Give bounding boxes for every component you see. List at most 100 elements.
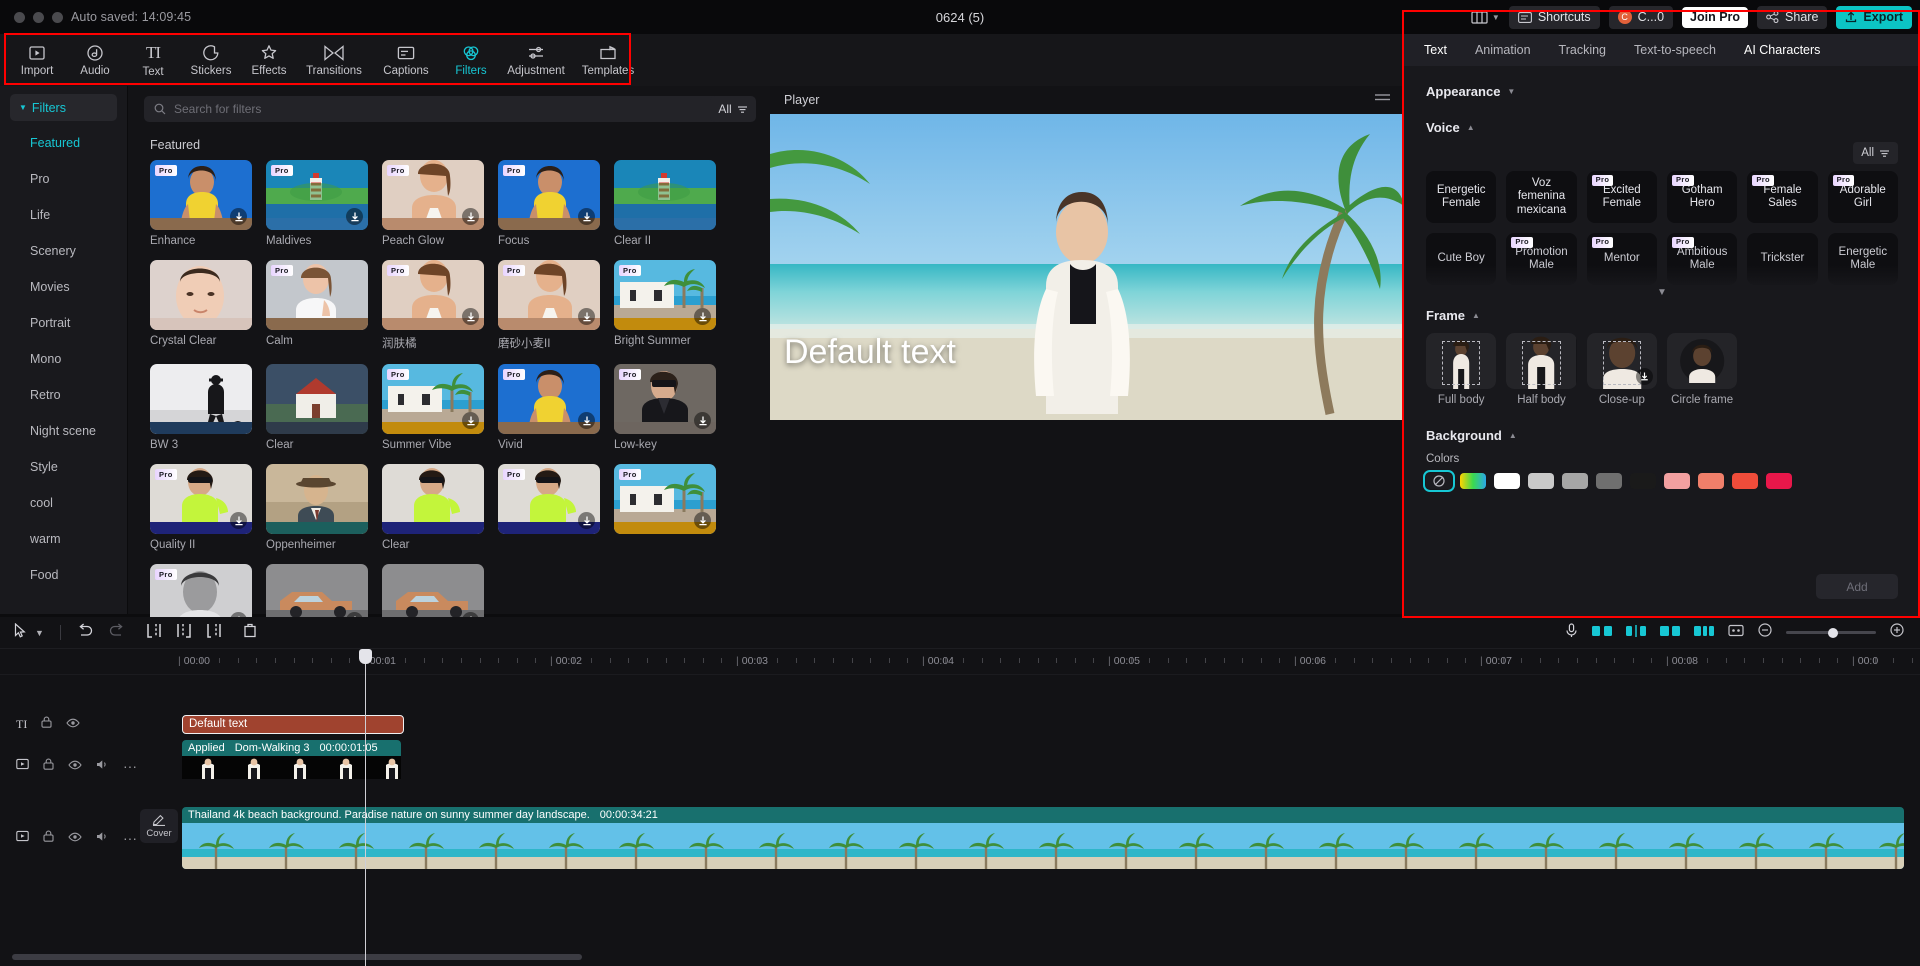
- filter-cell[interactable]: Pro Summer Vibe: [382, 364, 484, 451]
- filter-thumbnail[interactable]: Pro: [150, 160, 252, 230]
- download-icon[interactable]: [694, 308, 711, 325]
- filter-thumbnail[interactable]: Pro: [614, 464, 716, 534]
- voice-option[interactable]: ProFemale Sales: [1747, 171, 1817, 223]
- toolbar-item-effects[interactable]: Effects: [240, 36, 298, 84]
- toolbar-item-filters[interactable]: Filters: [442, 36, 500, 84]
- sidebar-item-pro[interactable]: Pro: [0, 161, 127, 197]
- search-bar[interactable]: [144, 96, 754, 122]
- frame-option[interactable]: Circle frame: [1667, 333, 1737, 406]
- volume-icon[interactable]: [96, 829, 109, 847]
- download-icon[interactable]: [346, 208, 363, 225]
- select-tool-icon[interactable]: [14, 623, 27, 643]
- filter-thumbnail[interactable]: Pro: [614, 260, 716, 330]
- download-icon[interactable]: [1636, 368, 1653, 385]
- layout-icon[interactable]: ▼: [1471, 11, 1500, 24]
- voice-option[interactable]: ProMentor: [1587, 233, 1657, 285]
- color-swatch[interactable]: [1664, 473, 1690, 489]
- download-icon[interactable]: [578, 412, 595, 429]
- frame-thumbnail[interactable]: [1587, 333, 1657, 389]
- filter-thumbnail[interactable]: Pro: [150, 464, 252, 534]
- frame-thumbnail[interactable]: [1426, 333, 1496, 389]
- lock-icon[interactable]: [43, 757, 54, 775]
- filter-cell[interactable]: Pro Enhance: [150, 160, 252, 247]
- mirror-icon[interactable]: [1592, 624, 1612, 642]
- voice-option[interactable]: ProGotham Hero: [1667, 171, 1737, 223]
- voice-filter-button[interactable]: All: [1853, 142, 1898, 164]
- frame-option[interactable]: Half body: [1506, 333, 1576, 406]
- sidebar-item-featured[interactable]: Featured: [0, 125, 127, 161]
- filter-cell[interactable]: Pro Bright Summer: [614, 260, 716, 351]
- sidebar-item-life[interactable]: Life: [0, 197, 127, 233]
- voice-option[interactable]: Trickster: [1747, 233, 1817, 285]
- download-icon[interactable]: [694, 412, 711, 429]
- download-icon[interactable]: [230, 512, 247, 529]
- sidebar-item-food[interactable]: Food: [0, 557, 127, 593]
- color-swatch[interactable]: [1494, 473, 1520, 489]
- filter-cell[interactable]: Pro: [614, 464, 716, 551]
- player-menu-icon[interactable]: [1375, 93, 1390, 107]
- filter-cell[interactable]: Pro Low-key: [614, 364, 716, 451]
- split-icon[interactable]: [177, 623, 191, 643]
- delete-icon[interactable]: [243, 623, 257, 643]
- share-button[interactable]: Share: [1757, 6, 1827, 29]
- volume-icon[interactable]: [96, 757, 109, 775]
- expand-voices-icon[interactable]: ▼: [1426, 287, 1898, 298]
- color-swatch[interactable]: [1528, 473, 1554, 489]
- filter-thumbnail[interactable]: Pro: [498, 364, 600, 434]
- lock-icon[interactable]: [43, 829, 54, 847]
- download-icon[interactable]: [462, 308, 479, 325]
- voice-option[interactable]: ProAmbitious Male: [1667, 233, 1737, 285]
- playhead-handle[interactable]: [359, 649, 372, 664]
- voice-option[interactable]: Cute Boy: [1426, 233, 1496, 285]
- filter-all-button[interactable]: All: [710, 96, 756, 122]
- filter-thumbnail[interactable]: [614, 160, 716, 230]
- eye-icon[interactable]: [66, 715, 80, 733]
- frame-thumbnail[interactable]: [1506, 333, 1576, 389]
- zoom-slider[interactable]: [1786, 631, 1876, 634]
- mic-icon[interactable]: [1565, 623, 1578, 643]
- more-icon[interactable]: ···: [123, 762, 137, 770]
- sidebar-item-retro[interactable]: Retro: [0, 377, 127, 413]
- sidebar-item-night-scene[interactable]: Night scene: [0, 413, 127, 449]
- color-swatch[interactable]: [1732, 473, 1758, 489]
- filter-cell[interactable]: Pro Peach Glow: [382, 160, 484, 247]
- color-swatch[interactable]: [1698, 473, 1724, 489]
- tab-animation[interactable]: Animation: [1475, 43, 1531, 57]
- filter-cell[interactable]: Pro Vivid: [498, 364, 600, 451]
- undo-icon[interactable]: [77, 623, 93, 642]
- shortcuts-button[interactable]: Shortcuts: [1509, 6, 1600, 29]
- tab-text[interactable]: Text: [1424, 43, 1447, 57]
- video-preview[interactable]: Default text: [770, 114, 1404, 420]
- download-icon[interactable]: [462, 208, 479, 225]
- lock-icon[interactable]: [41, 715, 52, 733]
- toolbar-item-audio[interactable]: Audio: [66, 36, 124, 84]
- color-swatch[interactable]: [1426, 473, 1452, 489]
- close-window-button[interactable]: [14, 12, 25, 23]
- export-button[interactable]: Export: [1836, 6, 1912, 29]
- voice-option[interactable]: Voz femenina mexicana: [1506, 171, 1576, 223]
- eye-icon[interactable]: [68, 757, 82, 775]
- color-swatch[interactable]: [1460, 473, 1486, 489]
- split-right-icon[interactable]: [207, 623, 221, 643]
- sidebar-item-mono[interactable]: Mono: [0, 341, 127, 377]
- tab-ai-characters[interactable]: AI Characters: [1744, 43, 1820, 57]
- filter-thumbnail[interactable]: [266, 464, 368, 534]
- timeline-hscrollbar[interactable]: [0, 954, 1920, 960]
- filter-thumbnail[interactable]: Pro: [266, 160, 368, 230]
- toolbar-item-templates[interactable]: Templates: [572, 36, 644, 84]
- timeline-ruler[interactable]: 00:0000:0100:0200:0300:0400:0500:0600:07…: [0, 649, 1920, 675]
- sidebar-item-cool[interactable]: cool: [0, 485, 127, 521]
- filter-cell[interactable]: Pro Focus: [498, 160, 600, 247]
- frame-thumbnail[interactable]: [1667, 333, 1737, 389]
- filter-thumbnail[interactable]: Pro: [382, 364, 484, 434]
- sidebar-item-portrait[interactable]: Portrait: [0, 305, 127, 341]
- filter-cell[interactable]: Pro 润肤橘: [382, 260, 484, 351]
- align-icon[interactable]: [1626, 624, 1646, 642]
- filter-cell[interactable]: Oppenheimer: [266, 464, 368, 551]
- color-swatch[interactable]: [1562, 473, 1588, 489]
- filter-thumbnail[interactable]: [266, 364, 368, 434]
- voice-option[interactable]: ProPromotion Male: [1506, 233, 1576, 285]
- credits-button[interactable]: C C...0: [1609, 6, 1673, 29]
- toolbar-item-transitions[interactable]: Transitions: [298, 36, 370, 84]
- appearance-section-header[interactable]: Appearance ▼: [1426, 84, 1898, 99]
